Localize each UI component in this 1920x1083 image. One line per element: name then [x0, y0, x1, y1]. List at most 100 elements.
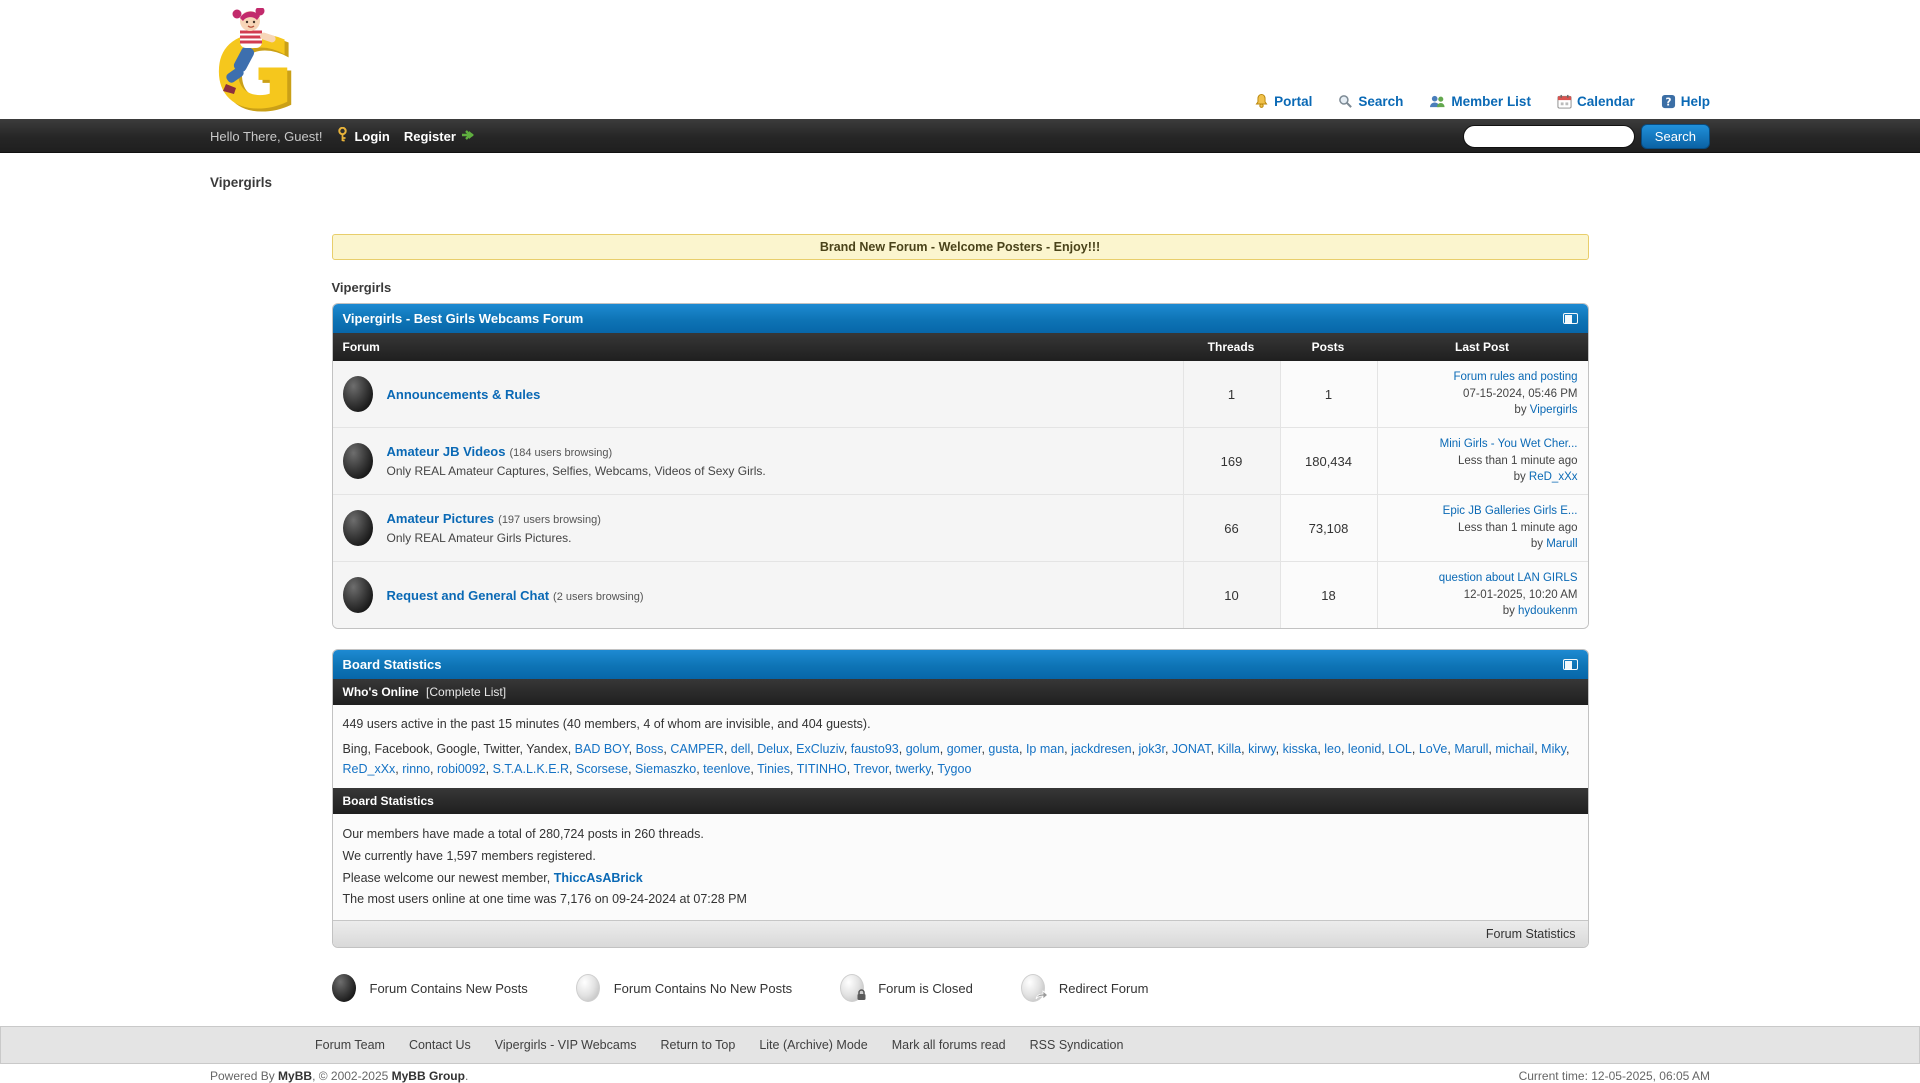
online-member-link[interactable]: kirwy: [1248, 742, 1276, 756]
online-member-link[interactable]: gusta: [988, 742, 1019, 756]
credits: Powered By MyBB, © 2002-2025 MyBB Group.…: [210, 1069, 1710, 1083]
stats-line: Please welcome our newest member, ThiccA…: [343, 869, 1578, 888]
login-label: Login: [354, 129, 389, 144]
forum-info: Announcements & Rules: [387, 387, 541, 402]
newest-member-link[interactable]: ThiccAsABrick: [554, 871, 643, 885]
legend: Forum Contains New PostsForum Contains N…: [332, 974, 1589, 1002]
last-post-author[interactable]: hydoukenm: [1518, 605, 1577, 617]
online-member-link[interactable]: kisska: [1283, 742, 1318, 756]
online-member-link[interactable]: golum: [906, 742, 940, 756]
threads-count: 1: [1183, 361, 1280, 427]
menu-item-portal[interactable]: Portal: [1254, 93, 1312, 109]
menu-item-label: Portal: [1274, 94, 1312, 109]
online-member-link[interactable]: Tygoo: [937, 762, 971, 776]
breadcrumb[interactable]: Vipergirls: [210, 175, 1710, 190]
footer-link-contact-us[interactable]: Contact Us: [409, 1038, 471, 1052]
footer-link-vipergirls-vip-webcams[interactable]: Vipergirls - VIP Webcams: [495, 1038, 637, 1052]
online-member-link[interactable]: Killa: [1218, 742, 1242, 756]
forum-link[interactable]: Amateur Pictures: [387, 511, 495, 526]
forum-link[interactable]: Request and General Chat: [387, 588, 550, 603]
footer-link-rss-syndication[interactable]: RSS Syndication: [1030, 1038, 1124, 1052]
forum-info: Amateur Pictures(197 users browsing)Only…: [387, 511, 601, 545]
online-member-link[interactable]: S.T.A.L.K.E.R: [493, 762, 569, 776]
online-member-link[interactable]: Siemaszko: [635, 762, 696, 776]
last-post-author[interactable]: Marull: [1546, 538, 1577, 550]
online-member-link[interactable]: ExCluziv: [796, 742, 844, 756]
online-bot: Yandex: [526, 742, 567, 756]
last-post-title[interactable]: question about LAN GIRLS: [1439, 570, 1578, 587]
last-post-title[interactable]: Epic JB Galleries Girls E...: [1443, 503, 1578, 520]
menu-item-member-list[interactable]: Member List: [1429, 94, 1531, 109]
collapse-icon[interactable]: [1563, 313, 1578, 324]
online-member-link[interactable]: CAMPER: [670, 742, 723, 756]
threads-count: 169: [1183, 428, 1280, 494]
online-member-link[interactable]: Delux: [757, 742, 789, 756]
online-member-link[interactable]: rinno: [402, 762, 430, 776]
redirect-icon: [1021, 974, 1045, 1002]
online-member-link[interactable]: ReD_xXx: [343, 762, 396, 776]
menu-item-label: Search: [1358, 94, 1403, 109]
online-member-link[interactable]: dell: [731, 742, 750, 756]
online-member-link[interactable]: Ip man: [1026, 742, 1064, 756]
mybb-group-link[interactable]: MyBB Group: [392, 1069, 465, 1083]
forum-link[interactable]: Amateur JB Videos: [387, 444, 506, 459]
logo-graphic: G G: [210, 8, 314, 120]
online-member-link[interactable]: fausto93: [851, 742, 899, 756]
powered-middle: , © 2002-2025: [312, 1069, 392, 1083]
online-member-link[interactable]: leonid: [1348, 742, 1381, 756]
last-post-time: Less than 1 minute ago: [1458, 453, 1578, 470]
online-member-link[interactable]: Miky: [1541, 742, 1566, 756]
online-member-link[interactable]: gomer: [947, 742, 982, 756]
footer-link-lite-archive-mode[interactable]: Lite (Archive) Mode: [759, 1038, 867, 1052]
category-label[interactable]: Vipergirls: [332, 280, 1589, 295]
legend-label: Redirect Forum: [1059, 981, 1149, 996]
online-member-link[interactable]: Tinies: [757, 762, 790, 776]
collapse-icon-fill: [1565, 315, 1572, 324]
last-post-title[interactable]: Forum rules and posting: [1453, 369, 1577, 386]
online-member-link[interactable]: Scorsese: [576, 762, 628, 776]
column-forum: Forum: [333, 333, 1183, 361]
register-link[interactable]: Register: [404, 129, 476, 144]
online-member-link[interactable]: TITINHO: [797, 762, 847, 776]
online-member-link[interactable]: BAD BOY: [575, 742, 629, 756]
footer-link-forum-team[interactable]: Forum Team: [315, 1038, 385, 1052]
search-button[interactable]: Search: [1641, 124, 1710, 149]
online-bot: Bing: [343, 742, 368, 756]
online-member-link[interactable]: michail: [1495, 742, 1534, 756]
last-post-author[interactable]: ReD_xXx: [1529, 471, 1578, 483]
online-member-link[interactable]: jok3r: [1139, 742, 1165, 756]
last-post-title[interactable]: Mini Girls - You Wet Cher...: [1440, 436, 1578, 453]
mybb-link[interactable]: MyBB: [278, 1069, 312, 1083]
collapse-icon[interactable]: [1563, 659, 1578, 670]
complete-list-link[interactable]: [Complete List]: [426, 685, 506, 699]
menu-item-help[interactable]: ?Help: [1661, 94, 1710, 109]
menu-item-calendar[interactable]: Calendar: [1557, 94, 1635, 109]
online-member-link[interactable]: Trevor: [854, 762, 889, 776]
forum-link[interactable]: Announcements & Rules: [387, 387, 541, 402]
last-post-author[interactable]: Vipergirls: [1530, 404, 1578, 416]
menu-item-label: Member List: [1451, 94, 1531, 109]
online-member-link[interactable]: twerky: [895, 762, 930, 776]
posts-count: 180,434: [1280, 428, 1377, 494]
online-member-link[interactable]: Boss: [636, 742, 664, 756]
forum-cell: Amateur JB Videos(184 users browsing)Onl…: [333, 428, 1183, 494]
last-post-author-line: by hydoukenm: [1503, 603, 1578, 620]
login-link[interactable]: Login: [336, 127, 389, 145]
forum-statistics-link[interactable]: Forum Statistics: [1486, 927, 1576, 941]
online-member-link[interactable]: LOL: [1388, 742, 1412, 756]
search-input[interactable]: [1463, 125, 1635, 148]
footer-links: Forum Team Contact Us Vipergirls - VIP Web…: [210, 1027, 1710, 1063]
online-member-link[interactable]: JONAT: [1172, 742, 1211, 756]
online-member-link[interactable]: jackdresen: [1071, 742, 1131, 756]
online-member-link[interactable]: teenlove: [703, 762, 750, 776]
footer-link-return-to-top[interactable]: Return to Top: [661, 1038, 736, 1052]
online-member-link[interactable]: Marull: [1454, 742, 1488, 756]
online-member-link[interactable]: robi0092: [437, 762, 486, 776]
footer-link-mark-all-forums-read[interactable]: Mark all forums read: [892, 1038, 1006, 1052]
online-member-link[interactable]: leo: [1324, 742, 1341, 756]
menu-item-search[interactable]: Search: [1338, 94, 1403, 109]
forum-cell: Amateur Pictures(197 users browsing)Only…: [333, 495, 1183, 561]
online-member-link[interactable]: LoVe: [1419, 742, 1448, 756]
new-posts-status-icon: [343, 376, 373, 412]
site-logo[interactable]: G G: [210, 8, 314, 123]
